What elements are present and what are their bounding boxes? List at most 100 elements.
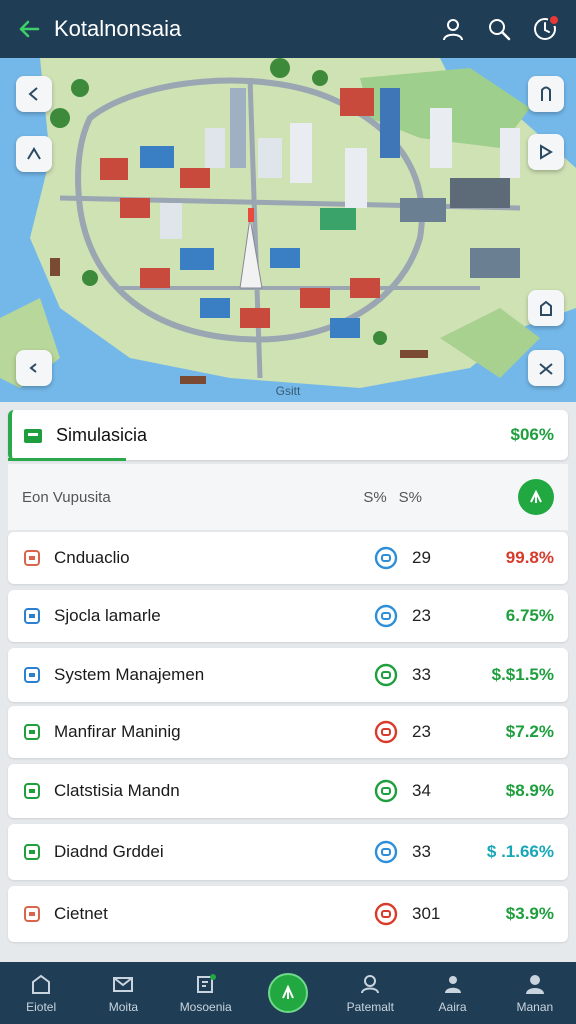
center-action-button[interactable] xyxy=(267,973,308,1013)
item-count: 33 xyxy=(412,842,431,861)
nav-label: Moita xyxy=(108,1000,139,1014)
profile-icon[interactable] xyxy=(436,12,470,46)
nav-center xyxy=(247,962,329,1024)
edit-icon xyxy=(196,974,216,993)
leaf-action-icon xyxy=(282,984,294,999)
notification-badge xyxy=(548,14,560,26)
app-title: Kotalnonsaia xyxy=(54,16,182,41)
item-label: System Manajemen xyxy=(54,665,205,684)
item-label: Cietnet xyxy=(54,904,108,923)
item-percentage: $.$1.5% xyxy=(491,665,554,684)
item-count: 23 xyxy=(412,606,431,625)
bottom-navigation: Eiotel Moita Mosoenia Patemalt Aaira Man… xyxy=(0,962,576,1024)
nav-item-3[interactable]: Patemalt xyxy=(329,962,411,1024)
nav-item-5[interactable]: Manan xyxy=(494,962,576,1024)
item-percentage: $8.9% xyxy=(505,781,554,800)
item-count: 33 xyxy=(412,665,431,684)
minus-circle-icon xyxy=(22,904,42,924)
status-icon xyxy=(374,720,398,744)
column-1-header: S% xyxy=(363,488,387,506)
door-icon xyxy=(541,86,551,101)
simulation-summary-card[interactable]: Simulasicia $06% xyxy=(8,410,568,460)
status-icon xyxy=(374,663,398,687)
nav-label: Manan xyxy=(516,1000,554,1014)
list-item[interactable]: Sjocla lamarle 23 6.75% xyxy=(8,590,568,642)
home-icon xyxy=(32,974,51,994)
user-icon xyxy=(525,975,544,994)
monitor-icon xyxy=(22,665,42,685)
cylinder-icon xyxy=(22,548,42,568)
item-percentage: $7.2% xyxy=(505,722,554,741)
system-list-panel: Simulasicia $06% Eon Vupusita S% S% Cndu… xyxy=(0,402,576,962)
summary-title: Simulasicia xyxy=(56,424,148,445)
list-item[interactable]: Diadnd Grddei 33 $ .1.66% xyxy=(8,824,568,880)
item-percentage: $ .1.66% xyxy=(486,842,554,861)
city-map[interactable]: Gsitt xyxy=(0,58,576,402)
nav-item-4[interactable]: Aaira xyxy=(411,962,493,1024)
nav-item-1[interactable]: Moita xyxy=(82,962,164,1024)
item-label: Cnduaclio xyxy=(54,548,130,567)
house-icon xyxy=(540,300,552,316)
map-flag-button[interactable] xyxy=(528,134,564,170)
item-count: 29 xyxy=(412,548,431,567)
phone-icon xyxy=(22,606,42,626)
list-item[interactable]: Manfirar Maninig 23 $7.2% xyxy=(8,706,568,758)
app-header: Kotalnonsaia xyxy=(0,0,576,58)
item-count: 301 xyxy=(412,904,441,923)
nav-item-2[interactable]: Mosoenia xyxy=(165,962,247,1024)
flag-icon xyxy=(540,144,553,160)
item-label: Clatstisia Mandn xyxy=(54,781,180,800)
status-icon xyxy=(374,604,398,628)
item-percentage: 6.75% xyxy=(505,606,554,625)
nav-label: Aaira xyxy=(438,1000,467,1014)
column-2-header: S% xyxy=(398,488,422,506)
list-item[interactable]: Clatstisia Mandn 34 $8.9% xyxy=(8,764,568,818)
item-count: 23 xyxy=(412,722,431,741)
chevron-left-icon xyxy=(28,87,38,101)
person-icon xyxy=(361,975,380,994)
map-home-button[interactable] xyxy=(528,290,564,326)
notification-icon[interactable] xyxy=(528,12,562,46)
item-count: 34 xyxy=(412,781,431,800)
back-arrow-icon[interactable] xyxy=(14,14,44,44)
map-illustration xyxy=(0,58,576,402)
archive-icon xyxy=(24,429,42,443)
document-icon xyxy=(22,781,42,801)
refresh-button[interactable] xyxy=(518,479,554,515)
map-back-button[interactable] xyxy=(16,76,52,112)
item-label: Diadnd Grddei xyxy=(54,842,164,861)
list-item[interactable]: Cietnet 301 $3.9% xyxy=(8,886,568,942)
ruler-icon xyxy=(539,363,553,375)
map-layers-button[interactable] xyxy=(16,136,52,172)
list-item[interactable]: System Manajemen 33 $.$1.5% xyxy=(8,648,568,702)
leaf-icon xyxy=(530,489,542,503)
status-icon xyxy=(374,546,398,570)
summary-value: $06% xyxy=(510,425,554,444)
status-icon xyxy=(374,779,398,803)
status-icon xyxy=(374,840,398,864)
item-percentage: $3.9% xyxy=(505,904,554,923)
column-name-header: Eon Vupusita xyxy=(22,488,111,506)
item-label: Sjocla lamarle xyxy=(54,606,161,625)
map-lock-button[interactable] xyxy=(528,76,564,112)
item-percentage: 99.8% xyxy=(505,548,554,567)
clipboard-icon xyxy=(22,842,42,862)
map-scale-label: Gsitt xyxy=(275,384,301,398)
nav-label: Eiotel xyxy=(26,1000,57,1014)
search-icon[interactable] xyxy=(482,12,516,46)
list-column-header: Eon Vupusita S% S% xyxy=(8,464,568,530)
nav-label: Patemalt xyxy=(346,1000,394,1014)
layers-icon xyxy=(27,147,41,160)
nav-label: Mosoenia xyxy=(179,1000,232,1014)
status-icon xyxy=(374,902,398,926)
map-collapse-button[interactable] xyxy=(16,350,52,386)
item-label: Manfirar Maninig xyxy=(54,722,181,741)
profile-icon xyxy=(444,976,461,993)
nav-item-0[interactable]: Eiotel xyxy=(0,962,82,1024)
battery-icon xyxy=(22,722,42,742)
map-measure-button[interactable] xyxy=(528,350,564,386)
chevron-left-small-icon xyxy=(29,363,37,373)
list-item[interactable]: Cnduaclio 29 99.8% xyxy=(8,532,568,584)
mail-icon xyxy=(113,977,134,992)
active-tab-indicator xyxy=(8,458,126,461)
